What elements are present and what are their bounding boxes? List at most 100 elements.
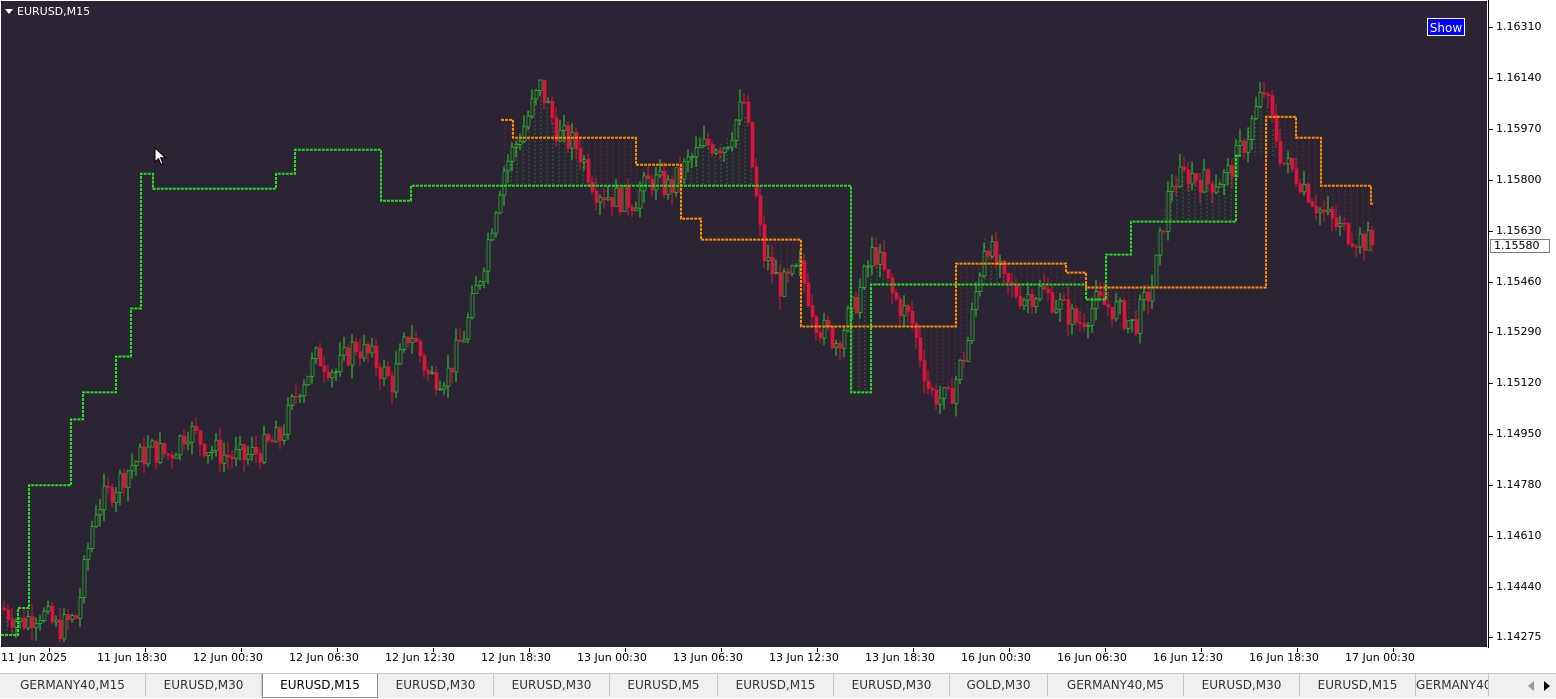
candle-body [1342, 222, 1347, 225]
candle-body [534, 90, 539, 100]
candle-body [542, 79, 547, 104]
candle-body [398, 348, 403, 365]
candle-body [966, 340, 971, 362]
candle-body [1274, 114, 1279, 142]
candle-body [514, 144, 519, 148]
candle-body [218, 439, 223, 464]
candle-body [874, 247, 879, 265]
candle-body [786, 271, 791, 274]
candle-body [1214, 186, 1219, 193]
candle-body [250, 446, 255, 455]
scroll-right-icon[interactable] [1544, 681, 1550, 691]
candle-body [70, 615, 75, 620]
candle-body [898, 298, 903, 317]
candle-body [974, 291, 979, 310]
candle-body [182, 435, 187, 445]
triangle-down-icon[interactable] [5, 9, 13, 14]
chart-tab[interactable]: GERMANY40,M15 [0, 674, 146, 696]
candle-body [642, 175, 647, 192]
candle-body [378, 367, 383, 379]
candle-body [498, 194, 503, 214]
chart-tab-active[interactable]: EURUSD,M15 [262, 674, 378, 698]
candle-body [1054, 308, 1059, 313]
candle-body [462, 338, 467, 343]
candle-body [646, 175, 651, 180]
candle-body [134, 461, 139, 466]
chart-tab[interactable]: EURUSD,M15 [1300, 674, 1416, 696]
candle-body [1086, 325, 1091, 327]
chart-window[interactable]: EURUSD,M15 Show 1.16310 1.16140 1.15970 1.1… [0, 0, 1556, 673]
candle-body [238, 444, 243, 450]
chart-tab[interactable]: GOLD,M30 [950, 674, 1048, 696]
candle-body [1238, 140, 1243, 146]
chart-tab[interactable]: EURUSD,M30 [1184, 674, 1300, 696]
candle-body [502, 170, 507, 196]
price-tick-label: 1.15290 [1496, 325, 1542, 339]
show-button[interactable]: Show [1427, 18, 1465, 36]
candle-body [854, 296, 859, 313]
candle-body [1130, 319, 1135, 321]
candle-body [102, 485, 107, 510]
time-tick-label: 16 Jun 06:30 [1057, 651, 1127, 664]
time-axis[interactable]: 11 Jun 2025 11 Jun 18:30 12 Jun 00:30 12 Ju… [0, 648, 1488, 673]
candle-body [346, 347, 351, 366]
candle-body [66, 614, 71, 620]
candle-body [1090, 308, 1095, 326]
chart-tab[interactable]: GERMANY40,M5 [1048, 674, 1184, 696]
candle-body [442, 385, 447, 390]
price-tick-mark [1489, 587, 1493, 589]
candle-body [246, 454, 251, 460]
chart-tab[interactable]: EURUSD,M30 [494, 674, 610, 696]
symbol-label[interactable]: EURUSD,M15 [5, 5, 90, 18]
candle-body [1178, 166, 1183, 187]
candle-body [1034, 298, 1039, 308]
candle-body [870, 247, 875, 267]
candle-body [450, 367, 455, 373]
candle-body [394, 363, 399, 393]
candle-body [1330, 208, 1335, 219]
candle-body [902, 305, 907, 317]
price-tick-mark [1489, 434, 1493, 436]
candle-body [330, 372, 335, 378]
chart-tab[interactable]: EURUSD,M30 [378, 674, 494, 696]
plot-area[interactable]: EURUSD,M15 Show [1, 1, 1487, 647]
price-tick-mark [1489, 485, 1493, 487]
candle-body [254, 446, 259, 454]
candle-body [1030, 294, 1035, 308]
candle-body [318, 347, 323, 367]
candle-body [946, 387, 951, 389]
candle-body [342, 347, 347, 356]
candle-body [822, 319, 827, 339]
candle-body [610, 197, 615, 207]
candle-body [510, 146, 515, 162]
candle-body [1150, 287, 1155, 302]
price-tick-mark [1489, 383, 1493, 385]
chart-tab[interactable]: EURUSD,M30 [146, 674, 262, 696]
candle-body [710, 144, 715, 154]
candle-body [62, 614, 67, 640]
chart-tab[interactable]: GERMANY40,M15 [1416, 674, 1489, 696]
candle-body [802, 260, 807, 284]
candle-body [794, 264, 799, 267]
candle-body [202, 443, 207, 456]
candle-body [602, 197, 607, 201]
candle-body [206, 452, 211, 456]
candle-body [574, 132, 579, 149]
price-axis[interactable]: 1.16310 1.16140 1.15970 1.15800 1.15630 1.154… [1488, 0, 1556, 648]
candle-body [1262, 92, 1267, 95]
scroll-left-icon[interactable] [1528, 681, 1534, 691]
candle-body [178, 435, 183, 456]
candle-body [694, 147, 699, 158]
chart-canvas[interactable] [1, 1, 1487, 647]
chart-tab[interactable]: EURUSD,M30 [834, 674, 950, 696]
chart-tab[interactable]: EURUSD,M5 [610, 674, 718, 696]
candle-body [994, 241, 999, 266]
candle-body [634, 207, 639, 212]
price-tick-mark [1489, 179, 1493, 181]
chart-tabs: GERMANY40,M15 EURUSD,M30 EURUSD,M15 EURUSD,… [0, 674, 1505, 699]
chart-tab[interactable]: EURUSD,M15 [718, 674, 834, 696]
price-tick-label: 1.15970 [1496, 121, 1542, 135]
candle-body [1258, 92, 1263, 107]
candle-body [778, 272, 783, 297]
price-tick-mark [1489, 230, 1493, 232]
